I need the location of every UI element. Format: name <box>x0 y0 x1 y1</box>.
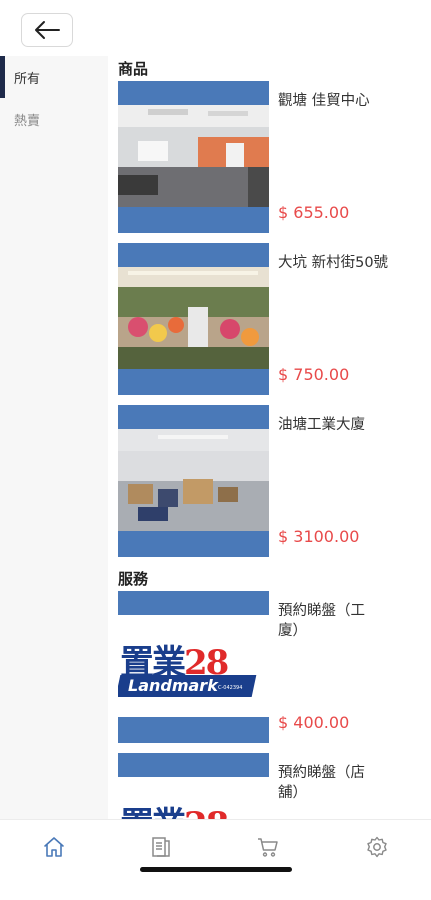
section-title-services: 服務 <box>118 570 149 588</box>
document-icon <box>152 837 170 857</box>
warehouse-photo <box>118 429 269 531</box>
tab-home[interactable] <box>39 832 69 862</box>
item-thumbnail <box>118 405 269 557</box>
item-thumbnail <box>118 81 269 233</box>
landmark-logo: 置業28 Landmark C-042394 <box>118 615 269 717</box>
landmark-logo: 置業28 Landmark C-042394 <box>118 777 269 819</box>
item-thumbnail: 置業28 Landmark C-042394 <box>118 591 269 743</box>
item-thumbnail <box>118 243 269 395</box>
bottom-tab-bar <box>0 819 431 900</box>
arrow-left-icon <box>35 21 60 39</box>
section-title-products: 商品 <box>118 60 149 78</box>
top-bar <box>0 0 431 56</box>
item-name: 大坑 新村街50號 <box>278 255 389 271</box>
list-item[interactable]: 大坑 新村街50號 $ 750.00 <box>118 243 423 395</box>
gear-icon <box>367 836 387 858</box>
tab-settings[interactable] <box>362 832 392 862</box>
list-item[interactable]: 觀塘 佳貿中心 $ 655.00 <box>118 81 423 233</box>
item-name: 預約睇盤（工 廈） <box>278 603 365 639</box>
item-price: $ 655.00 <box>278 203 350 222</box>
tab-orders[interactable] <box>146 832 176 862</box>
item-thumbnail: 置業28 Landmark C-042394 <box>118 753 269 819</box>
home-indicator <box>140 867 292 872</box>
sidebar-item-label: 熱賣 <box>14 113 41 129</box>
cart-icon <box>258 838 278 857</box>
list-item[interactable]: 置業28 Landmark C-042394 預約睇盤（工 廈） $ 400.0… <box>118 591 423 743</box>
list-item[interactable]: 置業28 Landmark C-042394 預約睇盤（店 舖） <box>118 753 423 819</box>
office-interior-photo <box>118 105 269 207</box>
item-name: 預約睇盤（店 舖） <box>278 765 365 801</box>
sidebar-item-hot[interactable]: 熱賣 <box>0 98 108 140</box>
list-item[interactable]: 油塘工業大廈 $ 3100.00 <box>118 405 423 557</box>
home-icon <box>44 837 64 857</box>
tab-cart[interactable] <box>253 832 283 862</box>
item-name: 觀塘 佳貿中心 <box>278 93 370 109</box>
item-price: $ 3100.00 <box>278 527 360 546</box>
item-price: $ 750.00 <box>278 365 350 384</box>
flower-shop-photo <box>118 267 269 369</box>
category-sidebar: 所有 熱賣 <box>0 56 108 819</box>
product-list: 商品 觀塘 佳貿中心 $ 655.00 大坑 新村街50號 $ 750.00 油… <box>108 56 431 819</box>
sidebar-item-label: 所有 <box>14 71 41 87</box>
back-button[interactable] <box>21 13 73 47</box>
sidebar-item-all[interactable]: 所有 <box>0 56 108 98</box>
item-price: $ 400.00 <box>278 713 350 732</box>
item-name: 油塘工業大廈 <box>278 417 365 433</box>
